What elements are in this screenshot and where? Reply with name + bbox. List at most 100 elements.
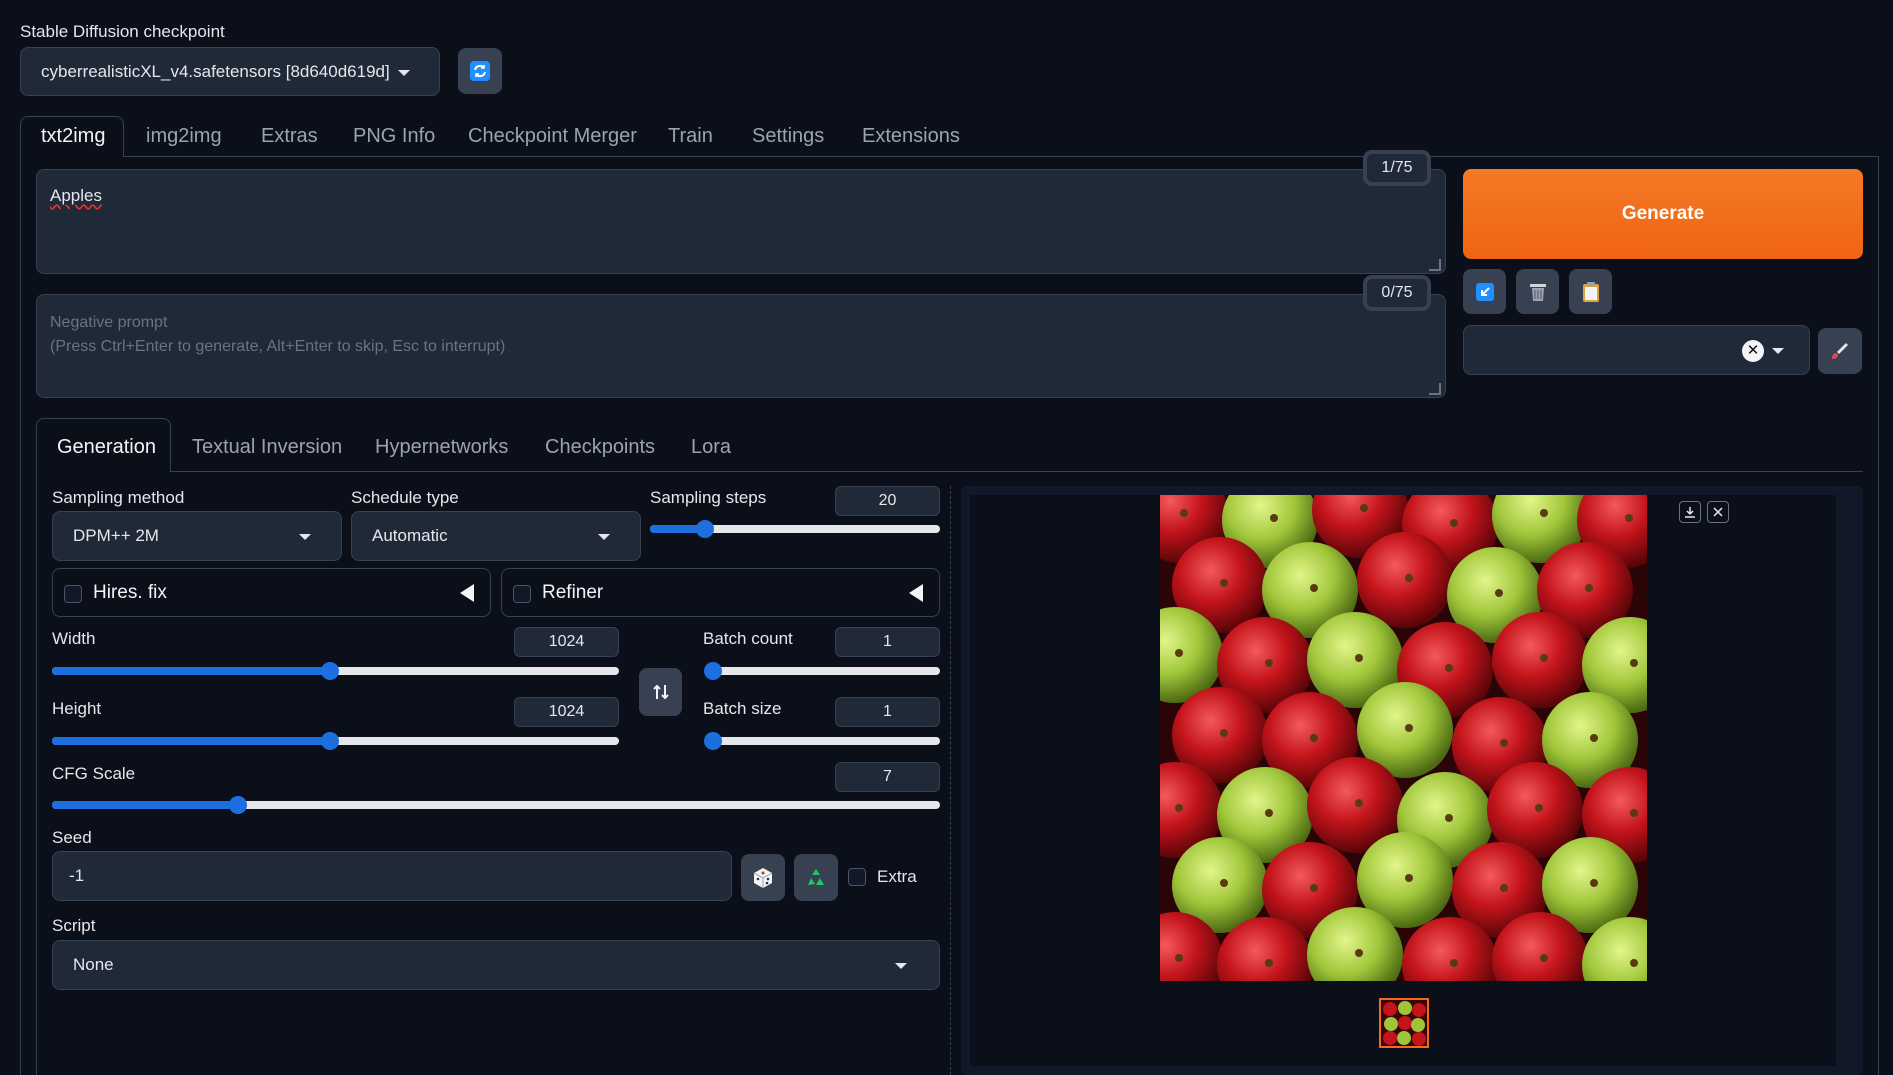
random-seed-button[interactable] bbox=[741, 854, 785, 901]
tab-hypernetworks[interactable]: Hypernetworks bbox=[375, 436, 508, 459]
resize-handle-icon[interactable] bbox=[1429, 259, 1441, 271]
height-slider[interactable] bbox=[52, 732, 619, 750]
tab-lora[interactable]: Lora bbox=[691, 436, 731, 459]
batch-size-input[interactable]: 1 bbox=[835, 697, 940, 727]
red-apple bbox=[1492, 612, 1588, 708]
close-preview-button[interactable] bbox=[1707, 501, 1729, 523]
tab-extras[interactable]: Extras bbox=[261, 125, 318, 148]
hires-fix-accordion[interactable]: Hires. fix bbox=[52, 568, 491, 617]
apple-stem bbox=[1355, 949, 1363, 957]
apple-stem bbox=[1500, 739, 1508, 747]
slider-thumb[interactable] bbox=[320, 732, 339, 750]
negative-prompt-token-counter: 0/75 bbox=[1366, 278, 1428, 308]
close-icon bbox=[1713, 507, 1723, 517]
batch-size-slider[interactable] bbox=[704, 732, 940, 750]
swap-dimensions-button[interactable] bbox=[639, 668, 682, 716]
seed-input[interactable]: -1 bbox=[52, 851, 732, 901]
sampling-steps-input[interactable]: 20 bbox=[835, 486, 940, 516]
checkpoint-dropdown[interactable]: cyberrealisticXL_v4.safetensors [8d640d6… bbox=[20, 47, 440, 96]
height-input[interactable]: 1024 bbox=[514, 697, 619, 727]
apple-stem bbox=[1590, 879, 1598, 887]
schedule-type-value: Automatic bbox=[372, 526, 448, 545]
cfg-scale-slider[interactable] bbox=[52, 796, 940, 814]
apple-stem bbox=[1405, 724, 1413, 732]
clear-icon[interactable]: ✕ bbox=[1742, 340, 1764, 362]
tab-settings[interactable]: Settings bbox=[752, 125, 824, 148]
thumbnail-image bbox=[1381, 1000, 1427, 1046]
apple-stem bbox=[1220, 729, 1228, 737]
tab-textual-inversion[interactable]: Textual Inversion bbox=[192, 436, 342, 459]
extra-seed-checkbox[interactable] bbox=[848, 868, 866, 886]
refiner-checkbox[interactable] bbox=[513, 585, 531, 603]
refiner-accordion[interactable]: Refiner bbox=[501, 568, 940, 617]
schedule-type-dropdown[interactable]: Automatic bbox=[351, 511, 641, 561]
apple-stem bbox=[1175, 649, 1183, 657]
sampling-method-label: Sampling method bbox=[52, 488, 185, 507]
slider-thumb[interactable] bbox=[704, 662, 722, 680]
script-dropdown[interactable]: None bbox=[52, 940, 940, 990]
paste-style-button[interactable] bbox=[1569, 269, 1612, 314]
tab-extensions[interactable]: Extensions bbox=[862, 125, 960, 148]
tab-png-info[interactable]: PNG Info bbox=[353, 125, 435, 148]
collapse-arrow-icon[interactable] bbox=[460, 584, 474, 602]
apple-stem bbox=[1180, 509, 1188, 517]
seed-value: -1 bbox=[69, 866, 85, 885]
swap-icon bbox=[652, 684, 669, 700]
reuse-seed-button[interactable] bbox=[794, 854, 838, 901]
width-input[interactable]: 1024 bbox=[514, 627, 619, 657]
slider-thumb[interactable] bbox=[696, 520, 715, 538]
batch-count-input[interactable]: 1 bbox=[835, 627, 940, 657]
download-icon bbox=[1685, 507, 1695, 518]
edit-styles-button[interactable] bbox=[1818, 328, 1862, 374]
script-value: None bbox=[73, 955, 114, 974]
generate-button[interactable]: Generate bbox=[1463, 169, 1863, 259]
apple-stem bbox=[1590, 734, 1598, 742]
negative-prompt-textarea[interactable]: Negative prompt (Press Ctrl+Enter to gen… bbox=[36, 294, 1446, 398]
apple-stem bbox=[1310, 734, 1318, 742]
apple-stem bbox=[1265, 959, 1273, 967]
resize-handle-icon[interactable] bbox=[1429, 383, 1441, 395]
clear-prompt-button[interactable] bbox=[1516, 269, 1559, 314]
tab-txt2img[interactable]: txt2img bbox=[41, 125, 105, 148]
batch-size-label: Batch size bbox=[703, 699, 782, 718]
apple-stem bbox=[1445, 814, 1453, 822]
styles-dropdown[interactable]: ✕ bbox=[1463, 325, 1810, 375]
apple-stem bbox=[1585, 584, 1593, 592]
read-params-button[interactable] bbox=[1463, 269, 1506, 314]
tab-generation[interactable]: Generation bbox=[57, 436, 156, 459]
hires-fix-label: Hires. fix bbox=[93, 582, 167, 603]
cfg-scale-input[interactable]: 7 bbox=[835, 762, 940, 792]
collapse-arrow-icon[interactable] bbox=[909, 584, 923, 602]
apple-stem bbox=[1270, 514, 1278, 522]
width-slider[interactable] bbox=[52, 662, 619, 680]
chevron-down-icon bbox=[598, 534, 610, 540]
negative-prompt-hint: (Press Ctrl+Enter to generate, Alt+Enter… bbox=[50, 338, 506, 355]
slider-thumb[interactable] bbox=[320, 662, 339, 680]
slider-thumb[interactable] bbox=[704, 732, 722, 750]
tab-checkpoint-merger[interactable]: Checkpoint Merger bbox=[468, 125, 637, 148]
refresh-checkpoint-button[interactable] bbox=[458, 48, 502, 94]
trash-icon bbox=[1529, 283, 1546, 301]
chevron-down-icon bbox=[895, 963, 907, 969]
checkpoint-label: Stable Diffusion checkpoint bbox=[20, 22, 225, 41]
batch-count-slider[interactable] bbox=[704, 662, 940, 680]
hires-fix-checkbox[interactable] bbox=[64, 585, 82, 603]
tab-train[interactable]: Train bbox=[668, 125, 713, 148]
apple-stem bbox=[1355, 654, 1363, 662]
slider-thumb[interactable] bbox=[229, 796, 248, 814]
generated-image[interactable] bbox=[1160, 495, 1647, 981]
tab-img2img[interactable]: img2img bbox=[146, 125, 222, 148]
extra-seed-label: Extra bbox=[877, 867, 917, 886]
sampling-steps-slider[interactable] bbox=[650, 520, 940, 538]
sampling-steps-label: Sampling steps bbox=[650, 488, 767, 507]
sampling-method-dropdown[interactable]: DPM++ 2M bbox=[52, 511, 342, 561]
prompt-textarea[interactable]: Apples bbox=[36, 169, 1446, 274]
gallery-thumbnail[interactable] bbox=[1379, 998, 1429, 1048]
download-button[interactable] bbox=[1679, 501, 1701, 523]
tab-checkpoints[interactable]: Checkpoints bbox=[545, 436, 655, 459]
dice-icon bbox=[753, 867, 773, 888]
schedule-type-label: Schedule type bbox=[351, 488, 459, 507]
apple-stem bbox=[1630, 659, 1638, 667]
width-label: Width bbox=[52, 629, 96, 648]
apple-stem bbox=[1495, 589, 1503, 597]
